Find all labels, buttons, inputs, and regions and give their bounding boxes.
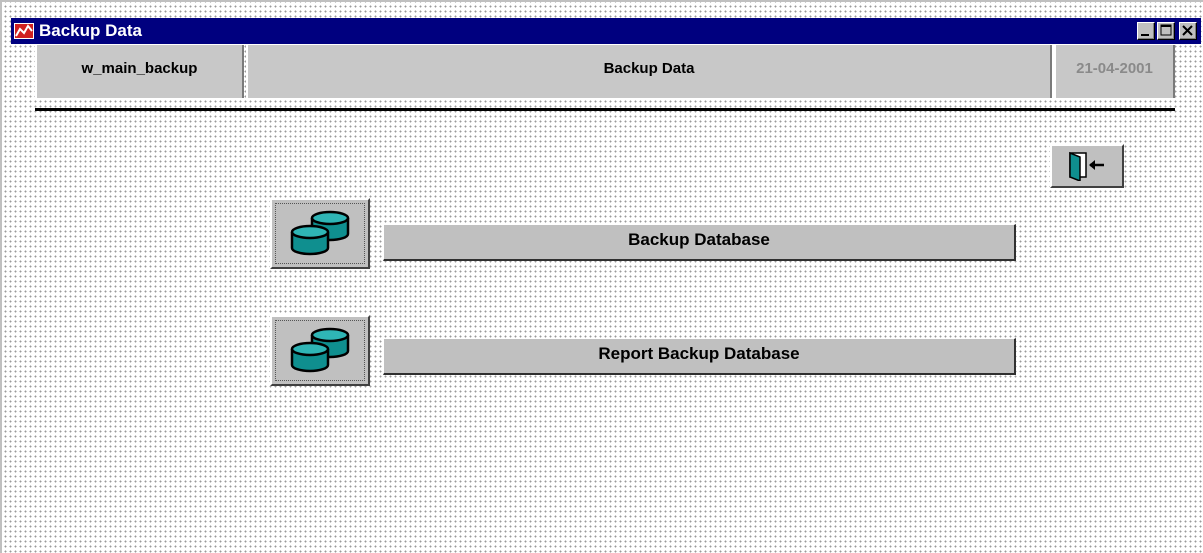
minimize-button[interactable] <box>1137 22 1155 40</box>
maximize-button[interactable] <box>1157 22 1175 40</box>
report-backup-database-button[interactable] <box>270 315 370 386</box>
backup-database-button[interactable] <box>270 198 370 269</box>
exit-button[interactable] <box>1050 144 1124 188</box>
minimize-icon <box>1141 34 1149 36</box>
window-title: Backup Data <box>39 21 142 40</box>
maximize-icon <box>1160 24 1172 36</box>
close-button[interactable] <box>1179 22 1197 40</box>
app-chart-icon[interactable] <box>14 21 34 41</box>
page-heading: Backup Data <box>246 45 1052 98</box>
close-icon <box>1182 25 1193 36</box>
database-icon <box>290 327 350 373</box>
window-name-cell: w_main_backup <box>35 45 244 98</box>
title-bar[interactable]: Backup Data <box>11 18 1201 44</box>
app-window: Backup Data w_main_backup Backup Data 21… <box>0 0 1203 553</box>
backup-database-label[interactable]: Backup Database <box>383 224 1016 261</box>
date-display: 21-04-2001 <box>1054 45 1175 98</box>
exit-door-icon <box>1069 151 1104 181</box>
report-backup-database-label[interactable]: Report Backup Database <box>383 338 1016 375</box>
database-icon <box>290 210 350 256</box>
header-divider <box>35 108 1175 111</box>
